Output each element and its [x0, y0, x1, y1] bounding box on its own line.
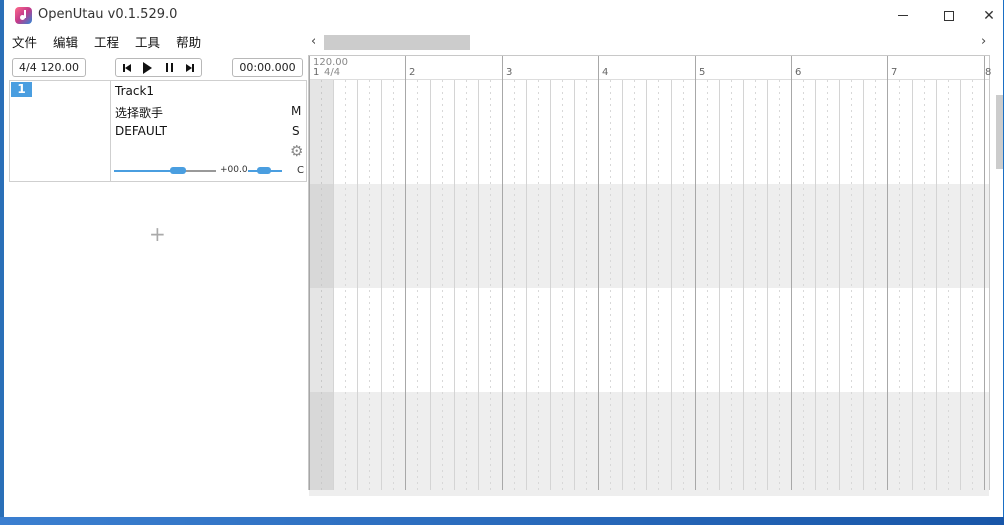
title-bar[interactable]: OpenUtau v0.1.529.0 ✕ [4, 0, 1003, 31]
time-signature-value[interactable]: 4/4 [19, 59, 37, 76]
plus-icon[interactable]: + [149, 222, 166, 246]
openutau-window: OpenUtau v0.1.529.0 ✕ 文件 编辑 工程 工具 帮助 4/4… [4, 0, 1004, 517]
window-bottom-edge [4, 511, 1003, 517]
minimize-icon [898, 15, 908, 16]
ruler-ticks [309, 56, 985, 80]
timeline-area[interactable]: 120.00 1 4/4 2 3 4 5 6 7 8 [308, 55, 991, 496]
pan-value: C [297, 165, 304, 176]
menu-edit[interactable]: 编辑 [45, 33, 86, 53]
menu-bar: 文件 编辑 工程 工具 帮助 [4, 33, 209, 53]
maximize-icon [944, 10, 954, 21]
track-divider [110, 81, 111, 181]
gear-icon[interactable]: ⚙ [290, 142, 303, 160]
track-name[interactable]: Track1 [115, 84, 154, 98]
transport-controls [115, 58, 202, 77]
tempo-value[interactable]: 120.00 [41, 59, 80, 76]
track-lanes[interactable] [309, 80, 989, 496]
pan-slider-thumb[interactable] [257, 167, 271, 174]
menu-tools[interactable]: 工具 [127, 33, 168, 53]
volume-slider-rest [186, 170, 216, 172]
scroll-right-arrow[interactable]: › [981, 34, 986, 49]
taskbar-edge [0, 517, 1004, 525]
vertical-scroll-thumb[interactable] [996, 95, 1003, 169]
timeline-ruler[interactable]: 120.00 1 4/4 2 3 4 5 6 7 8 [309, 56, 991, 80]
close-icon: ✕ [983, 7, 995, 24]
app-logo-icon [15, 7, 32, 24]
time-signature-tempo-box[interactable]: 4/4 120.00 [12, 58, 86, 77]
pre-roll-area [309, 80, 333, 490]
pause-button[interactable] [162, 59, 176, 76]
volume-value: +00.0 [220, 165, 248, 175]
menu-file[interactable]: 文件 [4, 33, 45, 53]
playback-clock: 00:00.000 [232, 58, 303, 77]
close-button[interactable]: ✕ [966, 0, 1003, 31]
solo-button[interactable]: S [292, 124, 300, 138]
menu-help[interactable]: 帮助 [168, 33, 209, 53]
play-icon [143, 61, 153, 74]
singer-selector[interactable]: 选择歌手 [115, 104, 163, 121]
skip-to-start-button[interactable] [120, 59, 134, 76]
window-title: OpenUtau v0.1.529.0 [38, 7, 178, 22]
mute-button[interactable]: M [291, 104, 301, 118]
volume-slider-thumb[interactable] [170, 167, 186, 174]
minimize-button[interactable] [880, 0, 926, 31]
pause-icon [165, 63, 173, 72]
play-button[interactable] [141, 59, 155, 76]
beat-grid [309, 80, 985, 490]
phonemizer-selector[interactable]: DEFAULT [115, 124, 167, 138]
scroll-left-arrow[interactable]: ‹ [311, 34, 316, 49]
track-header[interactable]: 1 Track1 选择歌手 DEFAULT M S ⚙ +00.0 C [9, 80, 307, 182]
track-number-badge[interactable]: 1 [11, 82, 32, 97]
skip-to-start-icon [122, 63, 131, 72]
menu-project[interactable]: 工程 [86, 33, 127, 53]
skip-to-end-icon [186, 63, 195, 72]
skip-to-end-button[interactable] [183, 59, 197, 76]
horizontal-scroll-thumb[interactable] [324, 35, 470, 50]
